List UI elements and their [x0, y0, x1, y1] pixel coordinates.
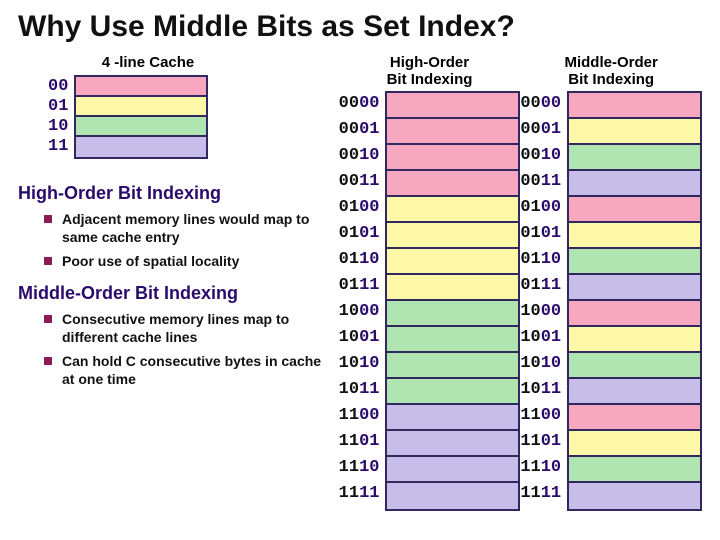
memory-address: 0110 [339, 247, 386, 273]
memory-line [569, 405, 700, 431]
memory-address: 0010 [520, 143, 567, 169]
memory-line [387, 431, 518, 457]
memory-address: 0000 [339, 91, 386, 117]
cache-line [76, 97, 206, 117]
memory-address: 0110 [520, 247, 567, 273]
memory-address: 0100 [339, 195, 386, 221]
memory-line [387, 223, 518, 249]
section-heading-high: High-Order Bit Indexing [18, 183, 331, 204]
memory-address: 0001 [339, 117, 386, 143]
memory-address: 0011 [339, 169, 386, 195]
cache-line-label: 10 [48, 117, 74, 137]
memory-line [569, 223, 700, 249]
middle-memory-labels: 0000000100100011010001010110011110001001… [520, 91, 567, 511]
memory-line [569, 275, 700, 301]
bullet-item: Adjacent memory lines would map to same … [44, 210, 331, 246]
memory-address: 1001 [339, 325, 386, 351]
memory-line [569, 301, 700, 327]
memory-address: 1010 [520, 351, 567, 377]
memory-address: 1111 [339, 481, 386, 507]
memory-line [387, 457, 518, 483]
bullet-item: Can hold C consecutive bytes in cache at… [44, 352, 331, 388]
memory-address: 0111 [339, 273, 386, 299]
memory-line [387, 353, 518, 379]
memory-line [569, 171, 700, 197]
memory-line [387, 249, 518, 275]
memory-line [387, 405, 518, 431]
bullet-item: Poor use of spatial locality [44, 252, 331, 270]
memory-address: 0101 [520, 221, 567, 247]
high-memory-labels: 0000000100100011010001010110011110001001… [339, 91, 386, 511]
memory-address: 1101 [520, 429, 567, 455]
memory-line [387, 275, 518, 301]
memory-line [569, 457, 700, 483]
memory-line [387, 119, 518, 145]
memory-line [387, 93, 518, 119]
cache-diagram: 00011011 [48, 75, 331, 159]
high-col-title: High-Order Bit Indexing [339, 54, 521, 89]
memory-line [569, 145, 700, 171]
high-memory-diagram: 0000000100100011010001010110011110001001… [339, 91, 521, 511]
memory-line [569, 249, 700, 275]
memory-line [569, 483, 700, 509]
cache-line [76, 137, 206, 157]
memory-address: 1000 [339, 299, 386, 325]
memory-address: 0111 [520, 273, 567, 299]
cache-line-label: 00 [48, 77, 74, 97]
middle-bullets: Consecutive memory lines map to differen… [18, 310, 331, 389]
memory-line [569, 93, 700, 119]
memory-line [569, 431, 700, 457]
middle-order-column: Middle-Order Bit Indexing 00000001001000… [520, 54, 702, 511]
memory-address: 1010 [339, 351, 386, 377]
cache-line [76, 77, 206, 97]
memory-address: 1001 [520, 325, 567, 351]
middle-col-title: Middle-Order Bit Indexing [520, 54, 702, 89]
memory-line [569, 119, 700, 145]
left-column: 4 -line Cache 00011011 High-Order Bit In… [18, 54, 339, 511]
memory-address: 0010 [339, 143, 386, 169]
memory-address: 1011 [520, 377, 567, 403]
memory-line [569, 197, 700, 223]
memory-line [387, 301, 518, 327]
memory-address: 1110 [339, 455, 386, 481]
memory-line [569, 353, 700, 379]
section-heading-middle: Middle-Order Bit Indexing [18, 283, 331, 304]
cache-line [76, 117, 206, 137]
bullet-item: Consecutive memory lines map to differen… [44, 310, 331, 346]
memory-address: 0100 [520, 195, 567, 221]
memory-line [569, 379, 700, 405]
memory-address: 0101 [339, 221, 386, 247]
memory-address: 1100 [520, 403, 567, 429]
high-memory-rows [385, 91, 520, 511]
high-order-column: High-Order Bit Indexing 0000000100100011… [339, 54, 521, 511]
cache-line-label: 01 [48, 97, 74, 117]
content-wrap: 4 -line Cache 00011011 High-Order Bit In… [18, 54, 702, 511]
memory-address: 1111 [520, 481, 567, 507]
memory-address: 1011 [339, 377, 386, 403]
memory-address: 0001 [520, 117, 567, 143]
middle-memory-diagram: 0000000100100011010001010110011110001001… [520, 91, 702, 511]
memory-address: 1110 [520, 455, 567, 481]
cache-line-label: 11 [48, 137, 74, 157]
memory-line [569, 327, 700, 353]
memory-line [387, 197, 518, 223]
memory-address: 1101 [339, 429, 386, 455]
high-bullets: Adjacent memory lines would map to same … [18, 210, 331, 271]
memory-line [387, 171, 518, 197]
middle-memory-rows [567, 91, 702, 511]
memory-address: 0011 [520, 169, 567, 195]
memory-line [387, 145, 518, 171]
cache-line-rows [74, 75, 208, 159]
memory-address: 0000 [520, 91, 567, 117]
cache-line-labels: 00011011 [48, 75, 74, 159]
cache-label: 4 -line Cache [48, 54, 248, 71]
memory-line [387, 483, 518, 509]
memory-line [387, 327, 518, 353]
memory-line [387, 379, 518, 405]
memory-address: 1100 [339, 403, 386, 429]
memory-address: 1000 [520, 299, 567, 325]
page-title: Why Use Middle Bits as Set Index? [18, 10, 702, 44]
